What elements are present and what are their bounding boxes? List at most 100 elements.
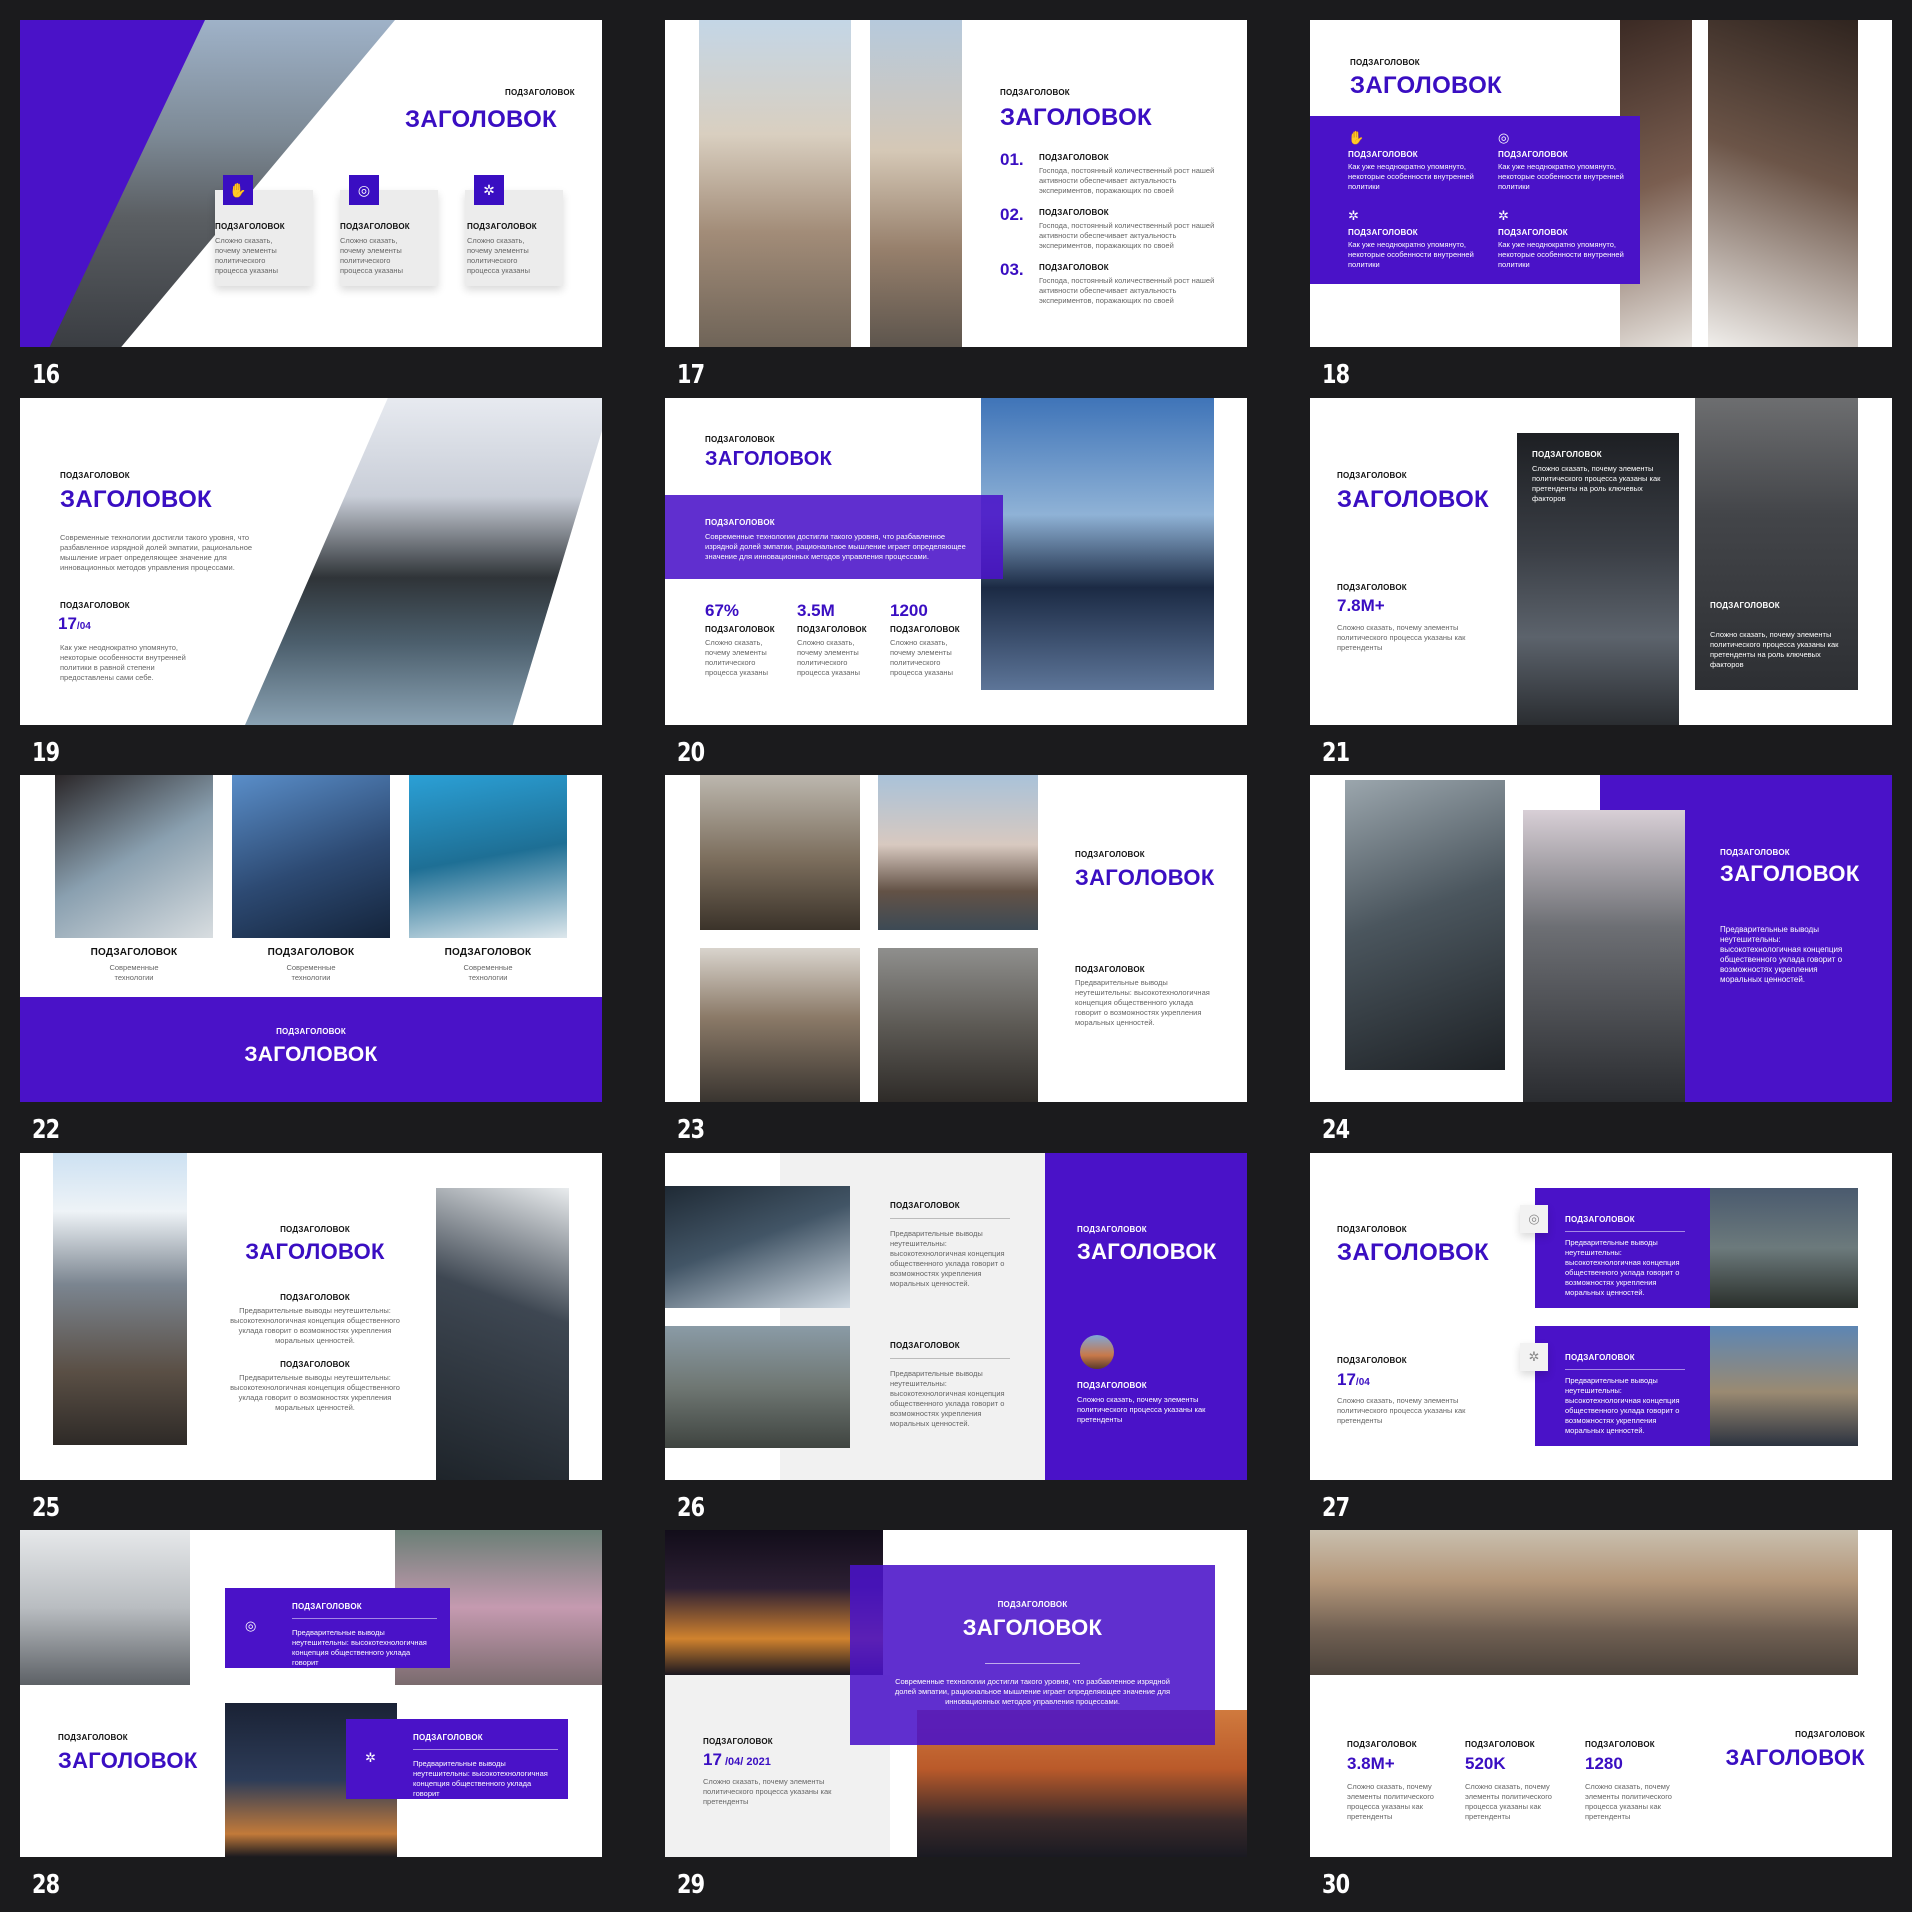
slide-number: 22: [32, 1115, 60, 1145]
item-text: Как уже неоднократно упомянуто, некоторы…: [1498, 162, 1624, 191]
network-icon: ✲: [474, 175, 504, 205]
divider: [1565, 1369, 1685, 1370]
slide-17[interactable]: ПОДЗАГОЛОВОК ЗАГОЛОВОК 01. ПОДЗАГОЛОВОК …: [665, 20, 1247, 398]
item-text: Как уже неоднократно упомянуто, некоторы…: [1348, 240, 1474, 269]
band-label: ПОДЗАГОЛОВОК: [705, 518, 775, 527]
item-text: Господа, постоянный количественный рост …: [1039, 166, 1215, 195]
item-number: 03.: [1000, 260, 1024, 279]
card-text: Предварительные выводы неутешительны: вы…: [413, 1759, 548, 1798]
avatar-label: ПОДЗАГОЛОВОК: [1077, 1381, 1147, 1390]
slide-number: 27: [1322, 1493, 1350, 1523]
slide-21[interactable]: ПОДЗАГОЛОВОК ЗАГОЛОВОК ПОДЗАГОЛОВОК 7.8M…: [1310, 398, 1892, 776]
purple-panel: [1045, 1153, 1247, 1480]
building-photo-2: [232, 775, 390, 938]
date-label: ПОДЗАГОЛОВОК: [703, 1737, 773, 1746]
item-text: Как уже неоднократно упомянуто, некоторы…: [1348, 162, 1474, 191]
caption-title: ПОДЗАГОЛОВОК: [90, 947, 178, 958]
card-text: Сложно сказать, почему элементы политиче…: [467, 236, 530, 275]
item-text: Господа, постоянный количественный рост …: [1039, 221, 1215, 250]
glass-building-photo: [1345, 780, 1505, 1070]
text-label: ПОДЗАГОЛОВОК: [280, 1293, 350, 1302]
slide-23[interactable]: ПОДЗАГОЛОВОК ЗАГОЛОВОК ПОДЗАГОЛОВОК Пред…: [665, 775, 1247, 1153]
stat-value: 1200: [890, 601, 928, 620]
street-photo-1: [700, 775, 860, 930]
slide-number: 25: [32, 1493, 60, 1523]
stat-value: 520K: [1465, 1754, 1506, 1773]
avatar-text: Сложно сказать, почему элементы политиче…: [1077, 1395, 1206, 1424]
date-text: Сложно сказать, почему элементы политиче…: [1337, 1396, 1466, 1425]
subtitle: ПОДЗАГОЛОВОК: [1337, 1225, 1407, 1234]
library-photo: [1710, 1326, 1858, 1446]
text-label: ПОДЗАГОЛОВОК: [280, 1360, 350, 1369]
card-label: ПОДЗАГОЛОВОК: [1710, 601, 1780, 610]
card-text: Предварительные выводы неутешительны: вы…: [1565, 1238, 1680, 1297]
body-text: Современные технологии достигли такого у…: [60, 533, 253, 572]
title: ЗАГОЛОВОК: [705, 448, 833, 470]
item-label: ПОДЗАГОЛОВОК: [1348, 150, 1418, 159]
date-label: ПОДЗАГОЛОВОК: [1337, 1356, 1407, 1365]
glass-facade-photo: [665, 1186, 850, 1308]
title: ЗАГОЛОВОК: [1720, 861, 1860, 886]
slide-number: 24: [1322, 1115, 1350, 1145]
item-label: ПОДЗАГОЛОВОК: [1039, 263, 1109, 272]
subtitle: ПОДЗАГОЛОВОК: [997, 1600, 1068, 1609]
subtitle: ПОДЗАГОЛОВОК: [1337, 471, 1407, 480]
slide-number: 21: [1322, 738, 1350, 768]
building-photo-3: [409, 775, 567, 938]
network-icon: ✲: [365, 1750, 376, 1765]
item-label: ПОДЗАГОЛОВОК: [1039, 208, 1109, 217]
slide-number: 16: [32, 360, 60, 390]
slide-19[interactable]: ПОДЗАГОЛОВОК ЗАГОЛОВОК Современные техно…: [20, 398, 602, 776]
body-text: Предварительные выводы неутешительны: вы…: [890, 1369, 1005, 1428]
card-label: ПОДЗАГОЛОВОК: [340, 222, 410, 231]
item-number: 02.: [1000, 205, 1024, 224]
slide-24[interactable]: ПОДЗАГОЛОВОК ЗАГОЛОВОК Предварительные в…: [1310, 775, 1892, 1153]
divider: [890, 1358, 1010, 1359]
title: ЗАГОЛОВОК: [58, 1748, 198, 1773]
network-icon: ✲: [1520, 1343, 1548, 1371]
caption-text: Современные технологии: [286, 963, 336, 982]
card-text: Предварительные выводы неутешительны: вы…: [1565, 1376, 1680, 1435]
skyscraper-photo-2: [1708, 20, 1858, 347]
stat-value: 1280: [1585, 1754, 1623, 1773]
card-label: ПОДЗАГОЛОВОК: [292, 1602, 362, 1611]
stat-value: 3.5M: [797, 601, 835, 620]
hand-icon: ✋: [223, 175, 253, 205]
subtitle: ПОДЗАГОЛОВОК: [1000, 88, 1070, 97]
divider: [292, 1618, 437, 1619]
divider: [413, 1749, 558, 1750]
target-icon: ◎: [245, 1618, 257, 1633]
title: ЗАГОЛОВОК: [60, 486, 212, 513]
slide-20[interactable]: ПОДЗАГОЛОВОК ЗАГОЛОВОК ПОДЗАГОЛОВОК Совр…: [665, 398, 1247, 776]
subtitle: ПОДЗАГОЛОВОК: [1075, 850, 1145, 859]
slide-number: 23: [677, 1115, 705, 1145]
title: ЗАГОЛОВОК: [244, 1043, 378, 1066]
glass-tower-photo: [981, 398, 1214, 690]
item-number: 01.: [1000, 150, 1024, 169]
slide-28[interactable]: ◎ ✲ ПОДЗАГОЛОВОК Предварительные выводы …: [20, 1530, 602, 1908]
slide-16[interactable]: ПОДЗАГОЛОВОК ЗАГОЛОВОК ✋ ◎ ✲ ПОДЗАГОЛОВО…: [20, 20, 602, 398]
item-text: Как уже неоднократно упомянуто, некоторы…: [1498, 240, 1624, 269]
title: ЗАГОЛОВОК: [1077, 1239, 1217, 1264]
subtitle: ПОДЗАГОЛОВОК: [60, 471, 130, 480]
stat-text: Сложно сказать, почему элементы политиче…: [1465, 1782, 1552, 1821]
stat-label: ПОДЗАГОЛОВОК: [705, 625, 775, 634]
target-icon: ◎: [1520, 1205, 1548, 1233]
card-text: Сложно сказать, почему элементы политиче…: [215, 236, 278, 275]
slide-26[interactable]: ПОДЗАГОЛОВОК Предварительные выводы неут…: [665, 1153, 1247, 1531]
slide-27[interactable]: ◎ ✲ ПОДЗАГОЛОВОК ЗАГОЛОВОК ПОДЗАГОЛОВОК …: [1310, 1153, 1892, 1531]
item-text: Господа, постоянный количественный рост …: [1039, 276, 1215, 305]
target-icon: ◎: [349, 175, 379, 205]
stat-value: 7.8M+: [1337, 596, 1385, 615]
title: ЗАГОЛОВОК: [1337, 486, 1489, 513]
slide-29[interactable]: ПОДЗАГОЛОВОК ЗАГОЛОВОК Современные техно…: [665, 1530, 1247, 1908]
slide-30[interactable]: ПОДЗАГОЛОВОК 3.8M+ Сложно сказать, почем…: [1310, 1530, 1892, 1908]
slide-25[interactable]: ПОДЗАГОЛОВОК ЗАГОЛОВОК ПОДЗАГОЛОВОК Пред…: [20, 1153, 602, 1531]
slide-18[interactable]: ПОДЗАГОЛОВОК ЗАГОЛОВОК ✋ ◎ ✲ ✲ ПОДЗАГОЛО…: [1310, 20, 1892, 398]
body-text: Предварительные выводы неутешительны: вы…: [1720, 925, 1843, 984]
stat-label: ПОДЗАГОЛОВОК: [1347, 1740, 1417, 1749]
slide-22[interactable]: ПОДЗАГОЛОВОК Современные технологии ПОДЗ…: [20, 775, 602, 1153]
body-text: Современные технологии достигли такого у…: [894, 1677, 1171, 1706]
city-photo: [53, 1153, 187, 1445]
title: ЗАГОЛОВОК: [1337, 1239, 1489, 1266]
